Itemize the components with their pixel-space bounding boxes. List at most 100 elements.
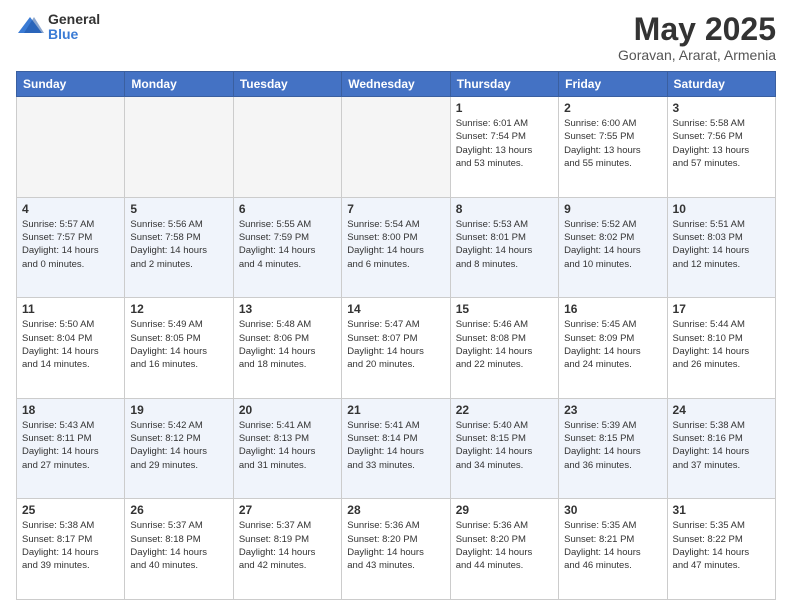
day-number: 29 — [456, 503, 553, 517]
day-info: Sunrise: 5:49 AMSunset: 8:05 PMDaylight:… — [130, 318, 227, 371]
day-info: Sunrise: 5:52 AMSunset: 8:02 PMDaylight:… — [564, 218, 661, 271]
calendar-week-1: 1Sunrise: 6:01 AMSunset: 7:54 PMDaylight… — [17, 97, 776, 198]
calendar-day-cell: 31 Sunrise: 5:35 AMSunset: 8:22 PMDayligh… — [667, 499, 775, 600]
day-number: 24 — [673, 403, 770, 417]
day-number: 25 — [22, 503, 119, 517]
calendar-day-cell: 22 Sunrise: 5:40 AMSunset: 8:15 PMDayligh… — [450, 398, 558, 499]
calendar-day-cell: 25 Sunrise: 5:38 AMSunset: 8:17 PMDayligh… — [17, 499, 125, 600]
day-info: Sunrise: 5:56 AMSunset: 7:58 PMDaylight:… — [130, 218, 227, 271]
calendar-day-cell: 23 Sunrise: 5:39 AMSunset: 8:15 PMDayligh… — [559, 398, 667, 499]
day-number: 5 — [130, 202, 227, 216]
day-number: 21 — [347, 403, 444, 417]
day-info: Sunrise: 5:43 AMSunset: 8:11 PMDaylight:… — [22, 419, 119, 472]
logo-text: General Blue — [48, 12, 100, 43]
day-info: Sunrise: 5:44 AMSunset: 8:10 PMDaylight:… — [673, 318, 770, 371]
calendar-day-cell: 16 Sunrise: 5:45 AMSunset: 8:09 PMDayligh… — [559, 298, 667, 399]
calendar-day-cell — [125, 97, 233, 198]
calendar-day-cell: 30 Sunrise: 5:35 AMSunset: 8:21 PMDayligh… — [559, 499, 667, 600]
calendar-day-cell: 4Sunrise: 5:57 AMSunset: 7:57 PMDaylight… — [17, 197, 125, 298]
calendar-day-cell: 13 Sunrise: 5:48 AMSunset: 8:06 PMDayligh… — [233, 298, 341, 399]
col-sunday: Sunday — [17, 72, 125, 97]
day-info: Sunrise: 5:37 AMSunset: 8:19 PMDaylight:… — [239, 519, 336, 572]
day-info: Sunrise: 5:38 AMSunset: 8:17 PMDaylight:… — [22, 519, 119, 572]
day-number: 16 — [564, 302, 661, 316]
calendar-day-cell: 8 Sunrise: 5:53 AMSunset: 8:01 PMDaylight… — [450, 197, 558, 298]
day-number: 28 — [347, 503, 444, 517]
day-number: 18 — [22, 403, 119, 417]
calendar-week-2: 4Sunrise: 5:57 AMSunset: 7:57 PMDaylight… — [17, 197, 776, 298]
day-number: 30 — [564, 503, 661, 517]
day-number: 6 — [239, 202, 336, 216]
calendar-day-cell: 19 Sunrise: 5:42 AMSunset: 8:12 PMDayligh… — [125, 398, 233, 499]
calendar-day-cell: 17 Sunrise: 5:44 AMSunset: 8:10 PMDayligh… — [667, 298, 775, 399]
day-number: 23 — [564, 403, 661, 417]
day-number: 12 — [130, 302, 227, 316]
calendar-day-cell: 15 Sunrise: 5:46 AMSunset: 8:08 PMDayligh… — [450, 298, 558, 399]
day-info: Sunrise: 5:41 AMSunset: 8:13 PMDaylight:… — [239, 419, 336, 472]
day-info: Sunrise: 5:47 AMSunset: 8:07 PMDaylight:… — [347, 318, 444, 371]
day-number: 2 — [564, 101, 661, 115]
col-monday: Monday — [125, 72, 233, 97]
logo: General Blue — [16, 12, 100, 43]
logo-general-text: General — [48, 12, 100, 27]
day-info: Sunrise: 5:46 AMSunset: 8:08 PMDaylight:… — [456, 318, 553, 371]
day-info: Sunrise: 5:51 AMSunset: 8:03 PMDaylight:… — [673, 218, 770, 271]
day-number: 17 — [673, 302, 770, 316]
calendar-day-cell: 6Sunrise: 5:55 AMSunset: 7:59 PMDaylight… — [233, 197, 341, 298]
day-info: Sunrise: 5:42 AMSunset: 8:12 PMDaylight:… — [130, 419, 227, 472]
day-number: 9 — [564, 202, 661, 216]
calendar-day-cell: 18 Sunrise: 5:43 AMSunset: 8:11 PMDayligh… — [17, 398, 125, 499]
calendar-day-cell: 3Sunrise: 5:58 AMSunset: 7:56 PMDaylight… — [667, 97, 775, 198]
calendar-day-cell: 24Sunrise: 5:38 AMSunset: 8:16 PMDayligh… — [667, 398, 775, 499]
day-info: Sunrise: 5:50 AMSunset: 8:04 PMDaylight:… — [22, 318, 119, 371]
day-info: Sunrise: 5:54 AMSunset: 8:00 PMDaylight:… — [347, 218, 444, 271]
day-info: Sunrise: 5:40 AMSunset: 8:15 PMDaylight:… — [456, 419, 553, 472]
day-number: 8 — [456, 202, 553, 216]
calendar-day-cell: 5 Sunrise: 5:56 AMSunset: 7:58 PMDaylight… — [125, 197, 233, 298]
calendar-week-5: 25 Sunrise: 5:38 AMSunset: 8:17 PMDayligh… — [17, 499, 776, 600]
day-number: 31 — [673, 503, 770, 517]
calendar-header-row: Sunday Monday Tuesday Wednesday Thursday… — [17, 72, 776, 97]
location-subtitle: Goravan, Ararat, Armenia — [618, 47, 776, 63]
col-saturday: Saturday — [667, 72, 775, 97]
calendar-day-cell: 26 Sunrise: 5:37 AMSunset: 8:18 PMDayligh… — [125, 499, 233, 600]
day-number: 26 — [130, 503, 227, 517]
day-number: 13 — [239, 302, 336, 316]
day-number: 4 — [22, 202, 119, 216]
calendar-day-cell: 7 Sunrise: 5:54 AMSunset: 8:00 PMDaylight… — [342, 197, 450, 298]
calendar-day-cell: 27Sunrise: 5:37 AMSunset: 8:19 PMDayligh… — [233, 499, 341, 600]
calendar-day-cell: 21 Sunrise: 5:41 AMSunset: 8:14 PMDayligh… — [342, 398, 450, 499]
header: General Blue May 2025 Goravan, Ararat, A… — [16, 12, 776, 63]
day-number: 3 — [673, 101, 770, 115]
day-info: Sunrise: 5:48 AMSunset: 8:06 PMDaylight:… — [239, 318, 336, 371]
calendar-day-cell: 11 Sunrise: 5:50 AMSunset: 8:04 PMDayligh… — [17, 298, 125, 399]
day-info: Sunrise: 5:53 AMSunset: 8:01 PMDaylight:… — [456, 218, 553, 271]
day-info: Sunrise: 5:41 AMSunset: 8:14 PMDaylight:… — [347, 419, 444, 472]
calendar-day-cell: 12 Sunrise: 5:49 AMSunset: 8:05 PMDayligh… — [125, 298, 233, 399]
day-info: Sunrise: 5:39 AMSunset: 8:15 PMDaylight:… — [564, 419, 661, 472]
title-block: May 2025 Goravan, Ararat, Armenia — [618, 12, 776, 63]
day-info: Sunrise: 5:35 AMSunset: 8:22 PMDaylight:… — [673, 519, 770, 572]
logo-icon — [16, 13, 44, 41]
day-number: 11 — [22, 302, 119, 316]
page: General Blue May 2025 Goravan, Ararat, A… — [0, 0, 792, 612]
calendar-table: Sunday Monday Tuesday Wednesday Thursday… — [16, 71, 776, 600]
calendar-day-cell: 10 Sunrise: 5:51 AMSunset: 8:03 PMDayligh… — [667, 197, 775, 298]
calendar-day-cell: 9 Sunrise: 5:52 AMSunset: 8:02 PMDaylight… — [559, 197, 667, 298]
col-tuesday: Tuesday — [233, 72, 341, 97]
day-number: 15 — [456, 302, 553, 316]
day-info: Sunrise: 5:37 AMSunset: 8:18 PMDaylight:… — [130, 519, 227, 572]
calendar-week-3: 11 Sunrise: 5:50 AMSunset: 8:04 PMDayligh… — [17, 298, 776, 399]
col-thursday: Thursday — [450, 72, 558, 97]
day-number: 14 — [347, 302, 444, 316]
day-info: Sunrise: 5:45 AMSunset: 8:09 PMDaylight:… — [564, 318, 661, 371]
day-number: 10 — [673, 202, 770, 216]
calendar-day-cell — [17, 97, 125, 198]
calendar-day-cell — [233, 97, 341, 198]
day-info: Sunrise: 5:35 AMSunset: 8:21 PMDaylight:… — [564, 519, 661, 572]
day-number: 19 — [130, 403, 227, 417]
day-number: 7 — [347, 202, 444, 216]
logo-blue-text: Blue — [48, 27, 100, 42]
calendar-day-cell: 2Sunrise: 6:00 AMSunset: 7:55 PMDaylight… — [559, 97, 667, 198]
day-number: 22 — [456, 403, 553, 417]
